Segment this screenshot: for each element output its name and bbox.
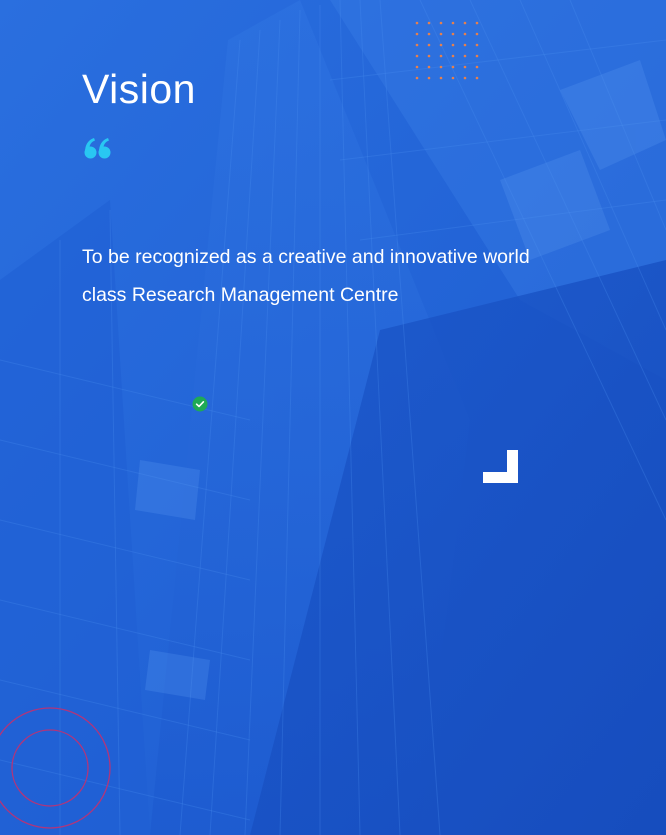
section-title: Vision (82, 66, 196, 112)
decorative-circles (0, 707, 111, 829)
decorative-dot-grid (415, 21, 479, 80)
quote-icon (84, 138, 111, 159)
check-icon (192, 396, 208, 412)
vision-section: Vision To be recognized as a creative an… (0, 0, 666, 835)
corner-mark-icon (483, 450, 518, 483)
vision-statement: To be recognized as a creative and innov… (82, 246, 530, 306)
